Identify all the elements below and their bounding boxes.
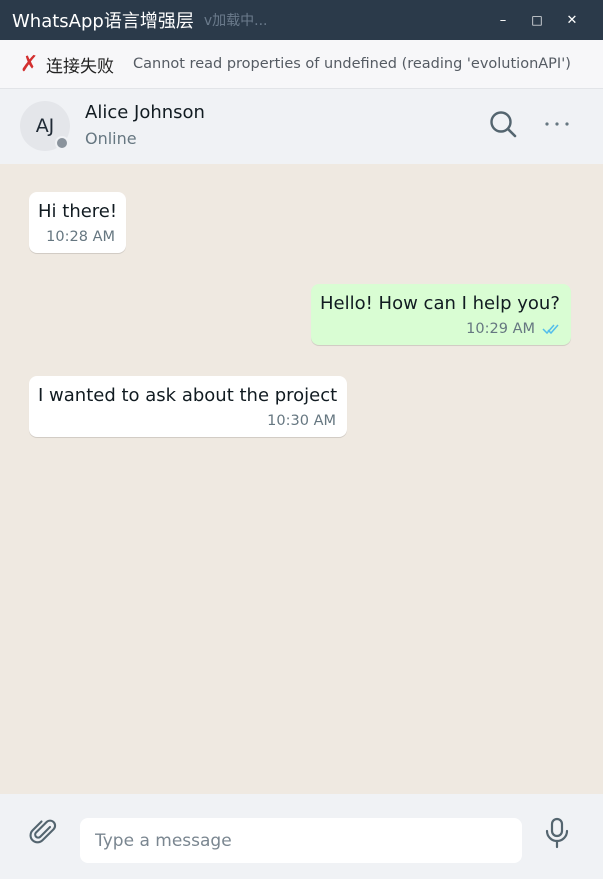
contact-name[interactable]: Alice Johnson [85,102,205,123]
search-icon [490,111,517,138]
message-bubble-outgoing[interactable]: Hello! How can I help you? 10:29 AM [311,284,571,345]
message-text: Hi there! [38,201,118,222]
minimize-button[interactable]: – [486,0,520,40]
avatar-initials: AJ [35,115,55,137]
double-check-icon [542,323,560,335]
message-input[interactable] [80,818,522,863]
message-time: 10:30 AM [267,413,336,429]
message-text: I wanted to ask about the project [38,385,338,406]
maximize-button[interactable]: □ [520,0,554,40]
microphone-button[interactable] [540,816,574,850]
error-banner: ✗ 连接失败 Cannot read properties of undefin… [0,40,603,89]
message-bubble-incoming[interactable]: Hi there! 10:28 AM [29,192,126,253]
error-title: 连接失败 [46,56,114,77]
message-time: 10:28 AM [46,229,115,245]
message-text: Hello! How can I help you? [320,293,560,314]
microphone-icon [545,817,569,849]
more-options-icon [545,122,569,126]
version-label: v加载中... [203,13,268,29]
attach-button[interactable] [27,816,61,850]
contact-status: Online [85,129,137,148]
app-title: WhatsApp语言增强层 [12,11,194,32]
maximize-icon: □ [531,13,543,27]
error-message: Cannot read properties of undefined (rea… [133,56,571,72]
error-icon: ✗ [20,51,39,77]
minimize-icon: – [499,12,507,28]
close-button[interactable]: ✕ [555,0,589,40]
title-bar: WhatsApp语言增强层 v加载中... – □ ✕ [0,0,603,40]
chat-header: AJ Alice Johnson Online [0,89,603,164]
message-time: 10:29 AM [466,321,535,337]
close-icon: ✕ [566,12,578,28]
message-bubble-incoming[interactable]: I wanted to ask about the project 10:30 … [29,376,347,437]
search-button[interactable] [486,107,520,141]
presence-dot [55,136,69,150]
message-composer [0,794,603,879]
more-options-button[interactable] [540,107,574,141]
paperclip-icon [29,819,57,844]
